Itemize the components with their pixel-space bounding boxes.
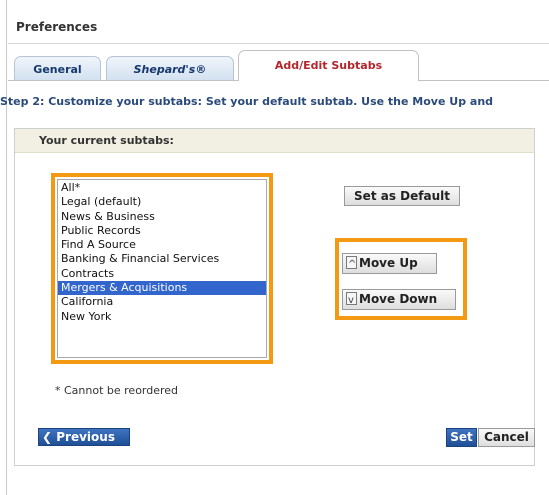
title-divider — [8, 43, 549, 44]
subtab-option[interactable]: Mergers & Acquisitions — [58, 281, 266, 296]
move-down-button[interactable]: v Move Down — [342, 289, 456, 310]
subtab-option[interactable]: News & Business — [58, 210, 266, 224]
move-up-button[interactable]: ^ Move Up — [342, 253, 437, 274]
previous-button[interactable]: ❮ Previous — [38, 428, 130, 446]
step-instructions: Step 2: Customize your subtabs: Set your… — [0, 95, 494, 108]
set-button[interactable]: Set — [446, 428, 477, 447]
cancel-button[interactable]: Cancel — [478, 428, 535, 447]
subtab-option[interactable]: Contracts — [58, 267, 266, 281]
tab-shepards[interactable]: Shepard's® — [106, 56, 234, 80]
panel-header: Your current subtabs: — [15, 129, 534, 153]
tab-add-edit-subtabs[interactable]: Add/Edit Subtabs — [238, 50, 419, 81]
subtab-option[interactable]: All* — [58, 181, 266, 195]
subtab-option[interactable]: New York — [58, 310, 266, 324]
subtab-option[interactable]: Public Records — [58, 224, 266, 238]
tab-general[interactable]: General — [14, 56, 101, 80]
chevron-down-icon: v — [346, 292, 357, 306]
subtab-option[interactable]: Find A Source — [58, 238, 266, 252]
reorder-note: * Cannot be reordered — [55, 384, 179, 397]
move-up-label: Move Up — [359, 256, 418, 270]
set-as-default-button[interactable]: Set as Default — [344, 186, 460, 206]
previous-label: Previous — [56, 430, 115, 444]
chevron-up-icon: ^ — [346, 256, 357, 270]
subtab-option[interactable]: Legal (default) — [58, 195, 266, 209]
subtabs-listbox[interactable]: All* Legal (default) News & Business Public… — [57, 179, 267, 358]
subtab-option[interactable]: California — [58, 295, 266, 309]
dialog-title: Preferences — [16, 20, 98, 34]
subtab-option[interactable]: Banking & Financial Services — [58, 252, 266, 266]
move-down-label: Move Down — [359, 292, 438, 306]
chevron-left-icon: ❮ — [42, 430, 53, 444]
